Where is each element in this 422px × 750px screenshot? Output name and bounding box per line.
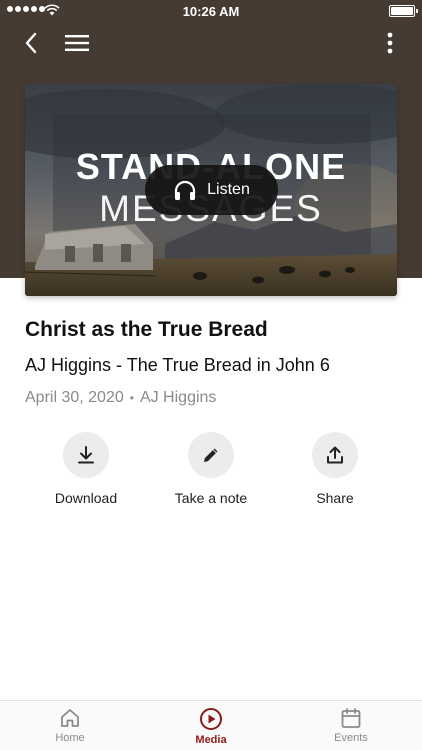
share-label: Share (316, 490, 354, 506)
more-options-button[interactable] (378, 28, 402, 58)
pencil-icon-circle (188, 432, 234, 478)
listen-button[interactable]: Listen (145, 165, 278, 215)
calendar-icon (341, 708, 361, 728)
tab-home-label: Home (55, 732, 85, 744)
take-note-button[interactable]: Take a note (151, 432, 271, 506)
status-bar: 10:26 AM (0, 0, 422, 22)
tab-events-label: Events (334, 732, 368, 744)
download-icon (78, 446, 94, 464)
message-title: Christ as the True Bread (25, 318, 268, 341)
menu-button[interactable] (62, 28, 92, 58)
take-note-label: Take a note (174, 490, 248, 506)
status-time: 10:26 AM (182, 4, 240, 19)
back-button[interactable] (16, 28, 46, 58)
tab-media-label: Media (195, 734, 227, 746)
message-meta: April 30, 2020 • AJ Higgins (25, 389, 216, 407)
headphones-icon (175, 180, 196, 200)
share-button[interactable]: Share (275, 432, 395, 506)
share-icon-circle (312, 432, 358, 478)
play-circle-icon (200, 708, 222, 730)
tab-home[interactable]: Home (30, 707, 110, 744)
message-speaker: AJ Higgins (139, 389, 217, 406)
listen-label: Listen (207, 181, 250, 198)
more-vertical-icon (387, 32, 393, 54)
download-icon-circle (63, 432, 109, 478)
hamburger-menu-icon (65, 35, 89, 51)
message-date: April 30, 2020 (25, 389, 124, 406)
meta-separator: • (129, 391, 134, 405)
home-icon (61, 709, 79, 727)
download-label: Download (54, 490, 118, 506)
pencil-icon (204, 448, 218, 462)
battery-icon (389, 5, 418, 17)
tab-media[interactable]: Media (171, 707, 251, 746)
tab-events[interactable]: Events (311, 707, 391, 744)
download-button[interactable]: Download (26, 432, 146, 506)
message-subtitle: AJ Higgins - The True Bread in John 6 (25, 355, 330, 375)
share-icon (327, 446, 343, 464)
chevron-left-icon (25, 32, 37, 54)
bottom-tab-bar: Home Media Events (0, 700, 422, 750)
